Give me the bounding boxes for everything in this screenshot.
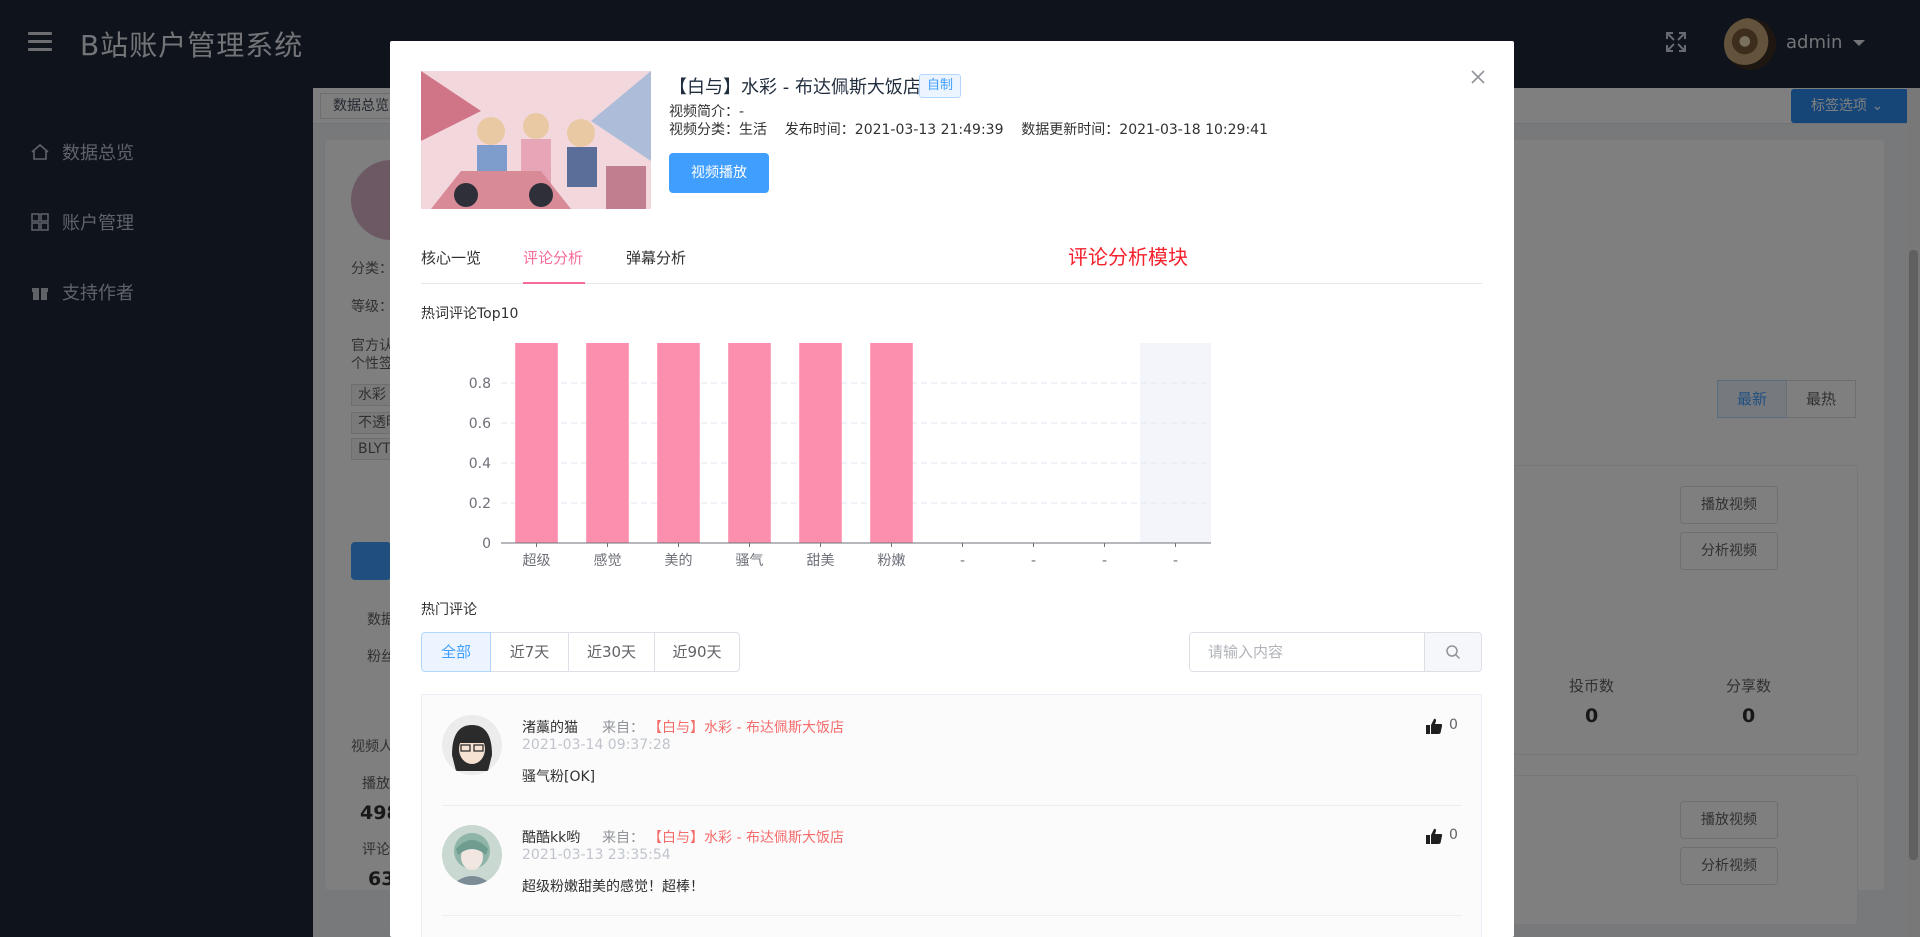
filter-all-button[interactable]: 全部 xyxy=(421,632,491,672)
self-made-badge: 自制 xyxy=(919,74,962,98)
commenter-avatar xyxy=(442,825,502,885)
filter-7d-button[interactable]: 近7天 xyxy=(490,632,569,672)
chart-bar xyxy=(728,343,771,543)
chart-x-tick-label: - xyxy=(1031,553,1036,569)
chart-y-tick-label: 0.4 xyxy=(469,456,491,472)
commenter-name[interactable]: 酷酷kk哟 xyxy=(522,827,580,847)
chart-bar xyxy=(799,343,842,543)
chart-x-tick-label: - xyxy=(960,553,965,569)
chart-y-tick-label: 0.8 xyxy=(469,376,491,392)
search-button[interactable] xyxy=(1424,633,1481,671)
comment-item: 酷酷kk哟 来自： 【白与】水彩 - 布达佩斯大饭店 2021-03-13 23… xyxy=(442,805,1462,915)
comment-time: 2021-03-14 09:37:28 xyxy=(522,737,671,753)
search-icon xyxy=(1446,645,1461,660)
thumbs-up-icon[interactable] xyxy=(1425,717,1443,735)
video-intro: 视频简介：- xyxy=(669,104,745,120)
tab-core-overview[interactable]: 核心一览 xyxy=(421,247,483,284)
hot-comments-title: 热门评论 xyxy=(421,602,477,618)
chart-bar xyxy=(657,343,700,543)
hotwords-title: 热词评论Top10 xyxy=(421,306,519,322)
chart-y-tick-label: 0.2 xyxy=(469,496,491,512)
tab-danmaku-analysis[interactable]: 弹幕分析 xyxy=(626,247,688,284)
chart-x-tick-label: 骚气 xyxy=(736,553,764,569)
thumbs-up-icon[interactable] xyxy=(1425,827,1443,845)
commenter-avatar xyxy=(442,715,502,775)
time-filter-group: 全部 近7天 近30天 近90天 xyxy=(421,632,740,672)
chart-y-tick-label: 0.6 xyxy=(469,416,491,432)
hotwords-bar-chart: 0 0.2 0.4 0.6 0.8 超级 感觉 美的 骚气 甜美 粉嫩 - - - - xyxy=(469,343,1211,569)
comment-list: 渚藁的猫 来自： 【白与】水彩 - 布达佩斯大饭店 2021-03-14 09:… xyxy=(421,694,1482,937)
comment-search-input[interactable] xyxy=(1190,633,1424,671)
chart-bar xyxy=(515,343,558,543)
chart-x-tick-label: 甜美 xyxy=(807,553,835,569)
video-title: 【白与】水彩 - 布达佩斯大饭店 xyxy=(669,77,921,98)
comment-text: 超级粉嫩甜美的感觉！超棒！ xyxy=(522,879,704,895)
comment-source-link[interactable]: 【白与】水彩 - 布达佩斯大饭店 xyxy=(648,717,844,737)
chart-x-tick-label: 超级 xyxy=(523,553,551,569)
chart-x-tick-label: 美的 xyxy=(665,553,693,569)
like-count: 0 xyxy=(1449,717,1458,733)
chart-bar xyxy=(586,343,629,543)
filter-30d-button[interactable]: 近30天 xyxy=(568,632,655,672)
video-thumbnail xyxy=(421,71,651,209)
like-count: 0 xyxy=(1449,827,1458,843)
comment-text: 骚气粉[OK] xyxy=(522,769,596,785)
commenter-name[interactable]: 渚藁的猫 xyxy=(522,717,578,737)
chart-x-tick-label: - xyxy=(1102,553,1107,569)
chart-bar xyxy=(870,343,913,543)
comment-source-label: 来自： xyxy=(602,830,644,846)
close-icon[interactable] xyxy=(1468,67,1488,87)
chart-hover-band xyxy=(1140,343,1211,543)
chart-y-tick-label: 0 xyxy=(482,536,491,552)
chart-x-tick-label: 粉嫩 xyxy=(878,553,906,569)
comment-source-label: 来自： xyxy=(602,720,644,736)
video-thumbnail-illustration xyxy=(421,71,651,209)
video-play-button[interactable]: 视频播放 xyxy=(669,153,769,193)
commenter-avatar-image xyxy=(442,715,502,775)
commenter-avatar-image xyxy=(442,825,502,885)
comment-source-link[interactable]: 【白与】水彩 - 布达佩斯大饭店 xyxy=(648,827,844,847)
comment-divider xyxy=(442,915,1462,916)
comment-item: 渚藁的猫 来自： 【白与】水彩 - 布达佩斯大饭店 2021-03-14 09:… xyxy=(442,695,1462,805)
video-meta: 视频分类：生活 发布时间：2021-03-13 21:49:39 数据更新时间：… xyxy=(669,122,1268,138)
comment-search xyxy=(1189,632,1482,672)
analysis-tabs: 核心一览 评论分析 弹幕分析 xyxy=(421,247,1482,284)
module-annotation: 评论分析模块 xyxy=(1068,245,1188,269)
tab-comment-analysis[interactable]: 评论分析 xyxy=(523,247,585,284)
chart-x-tick-label: - xyxy=(1173,553,1178,569)
filter-90d-button[interactable]: 近90天 xyxy=(654,632,740,672)
comment-time: 2021-03-13 23:35:54 xyxy=(522,847,671,863)
video-analysis-dialog: 【白与】水彩 - 布达佩斯大饭店 自制 视频简介：- 视频分类：生活 发布时间：… xyxy=(390,41,1514,937)
chart-x-tick-label: 感觉 xyxy=(594,552,622,569)
